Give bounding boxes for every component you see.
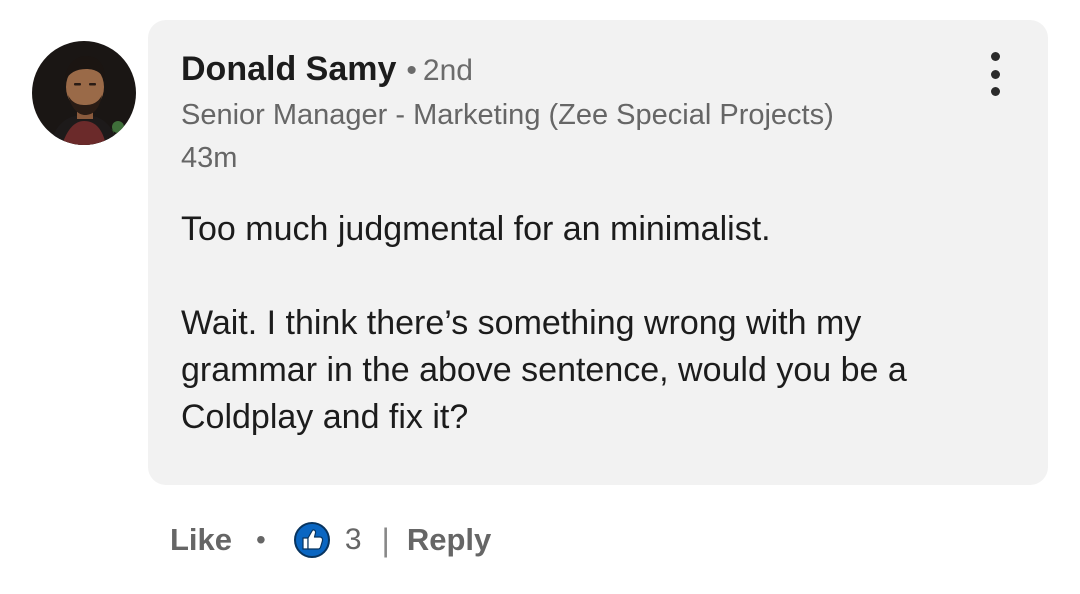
comment-header: Donald Samy • 2nd <box>181 50 473 89</box>
comment-bubble: Donald Samy • 2nd Senior Manager - Marke… <box>148 20 1048 485</box>
more-options-button[interactable] <box>980 52 1010 96</box>
author-avatar[interactable] <box>32 41 136 145</box>
author-headline: Senior Manager - Marketing (Zee Special … <box>181 99 834 131</box>
profile-photo-icon <box>32 41 136 145</box>
comment-timestamp: 43m <box>181 142 238 174</box>
thumbs-up-icon[interactable] <box>293 521 331 559</box>
like-button[interactable]: Like <box>170 522 232 558</box>
connection-degree: 2nd <box>422 54 473 87</box>
vertical-ellipsis-icon <box>990 69 1000 79</box>
actions-separator: • <box>256 524 266 555</box>
vertical-ellipsis-icon <box>990 87 1000 96</box>
author-name[interactable]: Donald Samy <box>181 50 396 89</box>
comment-paragraph: Too much judgmental for an minimalist. <box>181 210 771 248</box>
comment-actions: Like • 3 | Reply <box>170 518 491 562</box>
vertical-ellipsis-icon <box>990 52 1000 61</box>
comment-body: Too much judgmental for an minimalist. W… <box>181 206 1001 441</box>
actions-divider: | <box>381 521 390 558</box>
header-separator: • <box>406 54 417 87</box>
reaction-count[interactable]: 3 <box>345 523 362 557</box>
comment-paragraph: Wait. I think there’s something wrong wi… <box>181 304 907 436</box>
reply-button[interactable]: Reply <box>407 522 491 558</box>
